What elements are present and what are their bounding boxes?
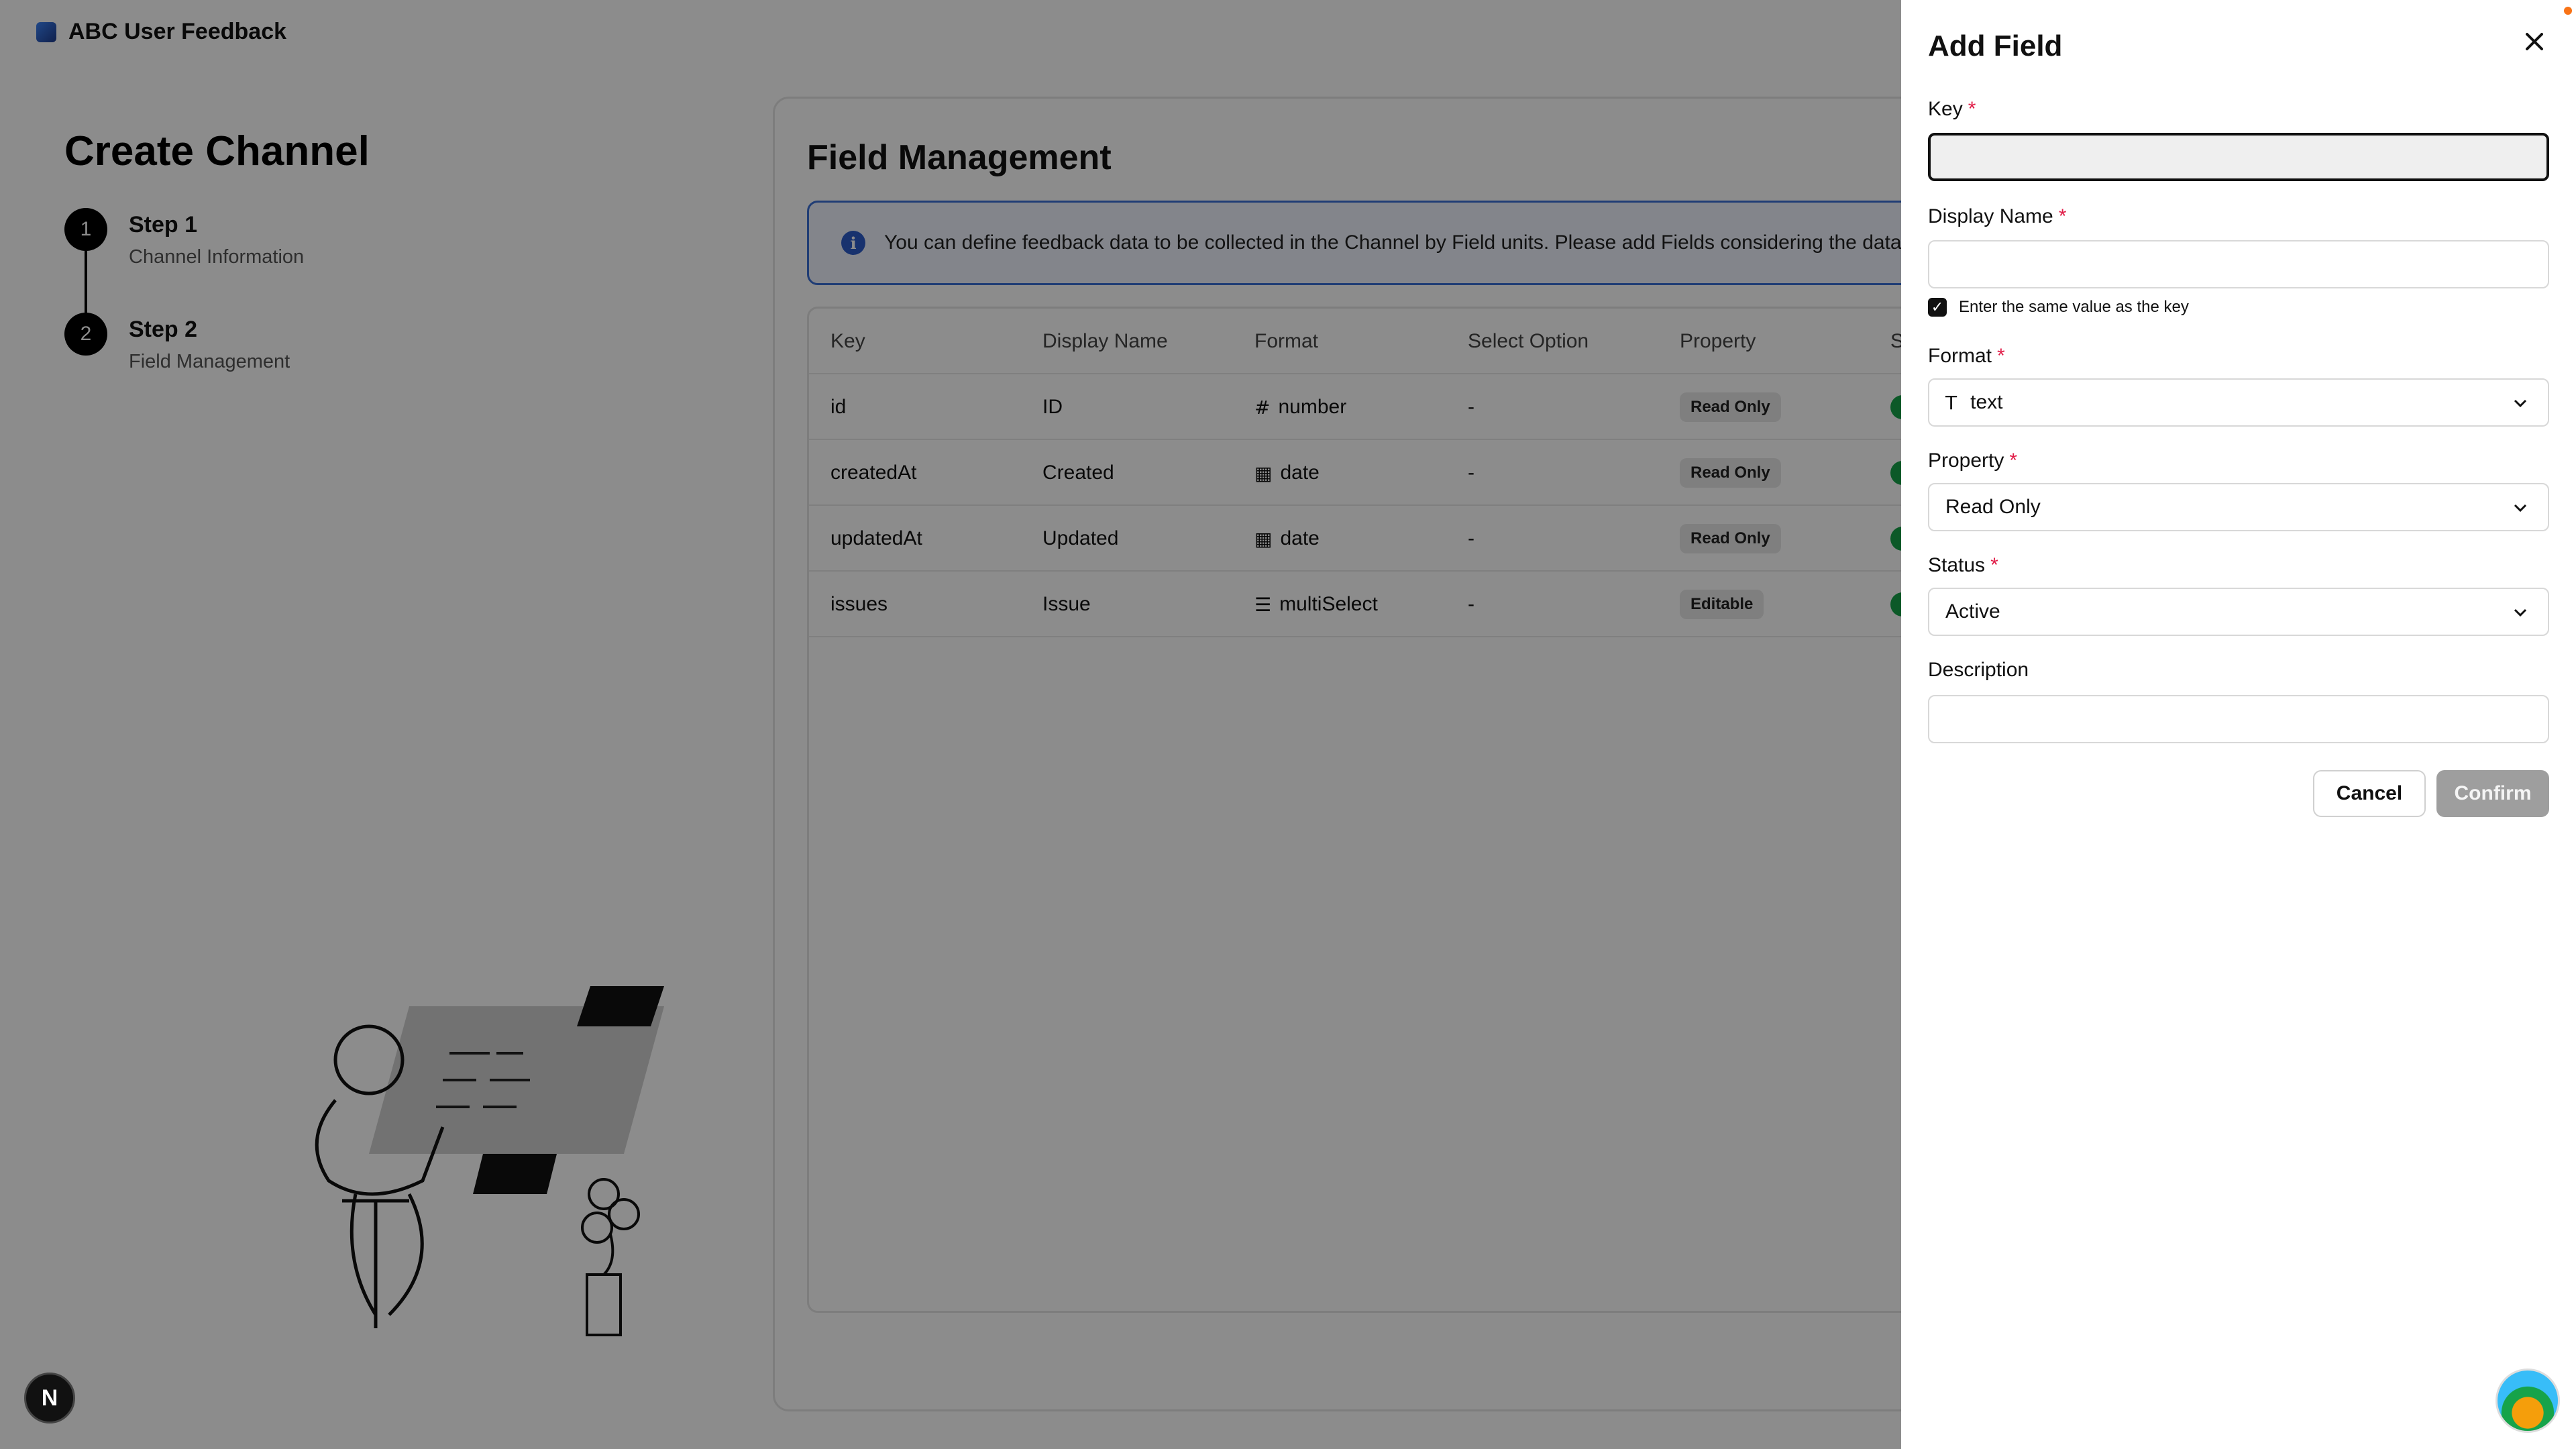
status-select[interactable]: Active <box>1928 588 2549 636</box>
display-name-input[interactable] <box>1928 240 2549 288</box>
text-format-icon: T <box>1945 391 1957 414</box>
key-label-text: Key <box>1928 98 1963 120</box>
format-value: text <box>1970 391 2003 413</box>
dev-tools-badge[interactable]: N <box>24 1373 75 1424</box>
chevron-down-icon <box>2514 399 2527 408</box>
format-select[interactable]: T text <box>1928 378 2549 427</box>
status-label-text: Status <box>1928 554 1986 576</box>
display-name-label-text: Display Name <box>1928 205 2053 227</box>
add-field-drawer: Add Field Key * Display Name * ✓ Enter the… <box>1901 0 2576 1449</box>
key-label: Key * <box>1928 98 1976 121</box>
cancel-button[interactable]: Cancel <box>2313 770 2426 817</box>
avatar[interactable] <box>2496 1368 2560 1433</box>
close-icon-svg <box>2526 33 2543 50</box>
same-as-key-label: Enter the same value as the key <box>1959 298 2189 316</box>
required-marker: * <box>2009 449 2018 472</box>
chevron-down-icon <box>2514 608 2527 617</box>
description-input[interactable] <box>1928 695 2549 743</box>
required-marker: * <box>1990 554 1998 576</box>
chevron-down-icon <box>2514 504 2527 513</box>
key-input[interactable] <box>1928 133 2549 181</box>
checkbox-checked-icon[interactable]: ✓ <box>1928 298 1947 317</box>
confirm-button[interactable]: Confirm <box>2436 770 2549 817</box>
property-value: Read Only <box>1945 496 2041 518</box>
notification-dot <box>2564 7 2572 15</box>
format-label: Format * <box>1928 345 2005 368</box>
drawer-title: Add Field <box>1928 30 2063 62</box>
required-marker: * <box>1997 345 2005 367</box>
display-name-label: Display Name * <box>1928 205 2066 228</box>
required-marker: * <box>1968 98 1976 120</box>
required-marker: * <box>2058 205 2067 227</box>
close-icon[interactable] <box>2520 27 2549 56</box>
description-label: Description <box>1928 659 2029 681</box>
status-label: Status * <box>1928 554 1998 577</box>
property-label-text: Property <box>1928 449 2004 472</box>
property-label: Property * <box>1928 449 2017 472</box>
status-value: Active <box>1945 600 2000 623</box>
property-select[interactable]: Read Only <box>1928 483 2549 531</box>
format-label-text: Format <box>1928 345 1992 367</box>
same-as-key-option[interactable]: ✓ Enter the same value as the key <box>1928 298 2189 317</box>
